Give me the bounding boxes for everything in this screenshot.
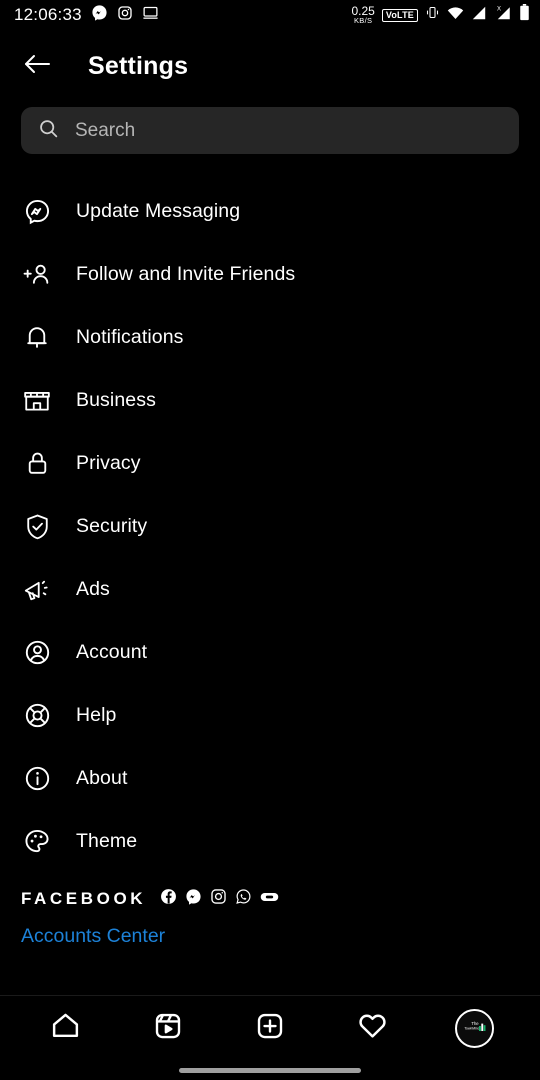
life-ring-icon (22, 701, 52, 731)
volte-badge: VoLTE (381, 8, 418, 22)
back-button[interactable] (22, 52, 52, 81)
megaphone-icon (22, 575, 52, 605)
plus-square-icon (255, 1011, 285, 1046)
menu-item-label: Privacy (76, 452, 141, 474)
desktop-monitor-icon (142, 4, 159, 26)
accounts-center-link[interactable]: Accounts Center (21, 925, 540, 948)
battery-icon (519, 4, 530, 26)
home-icon (50, 1010, 81, 1046)
nav-create-button[interactable] (245, 1003, 295, 1053)
reels-icon (153, 1011, 183, 1046)
storefront-icon (22, 386, 52, 416)
facebook-section: FACEBOOK Accounts Center (0, 888, 540, 948)
instagram-icon (117, 5, 133, 26)
status-bar-right: 0.25 KB/S VoLTE X (351, 4, 530, 26)
info-circle-icon (22, 764, 52, 794)
messenger-icon (22, 197, 52, 227)
menu-item-ads[interactable]: Ads (0, 558, 540, 621)
vibrate-icon (425, 5, 440, 25)
instagram-icon (210, 888, 227, 910)
search-input[interactable]: Search (21, 107, 519, 154)
app-header: Settings (0, 30, 540, 102)
bell-icon (22, 323, 52, 353)
status-bar: 12:06:33 0.25 KB/S VoLTE X (0, 0, 540, 30)
facebook-icon (160, 888, 177, 910)
network-speed-unit: KB/S (354, 16, 373, 26)
search-placeholder: Search (75, 119, 136, 141)
menu-item-label: Update Messaging (76, 200, 241, 222)
network-speed-indicator: 0.25 KB/S (351, 5, 374, 25)
lock-icon (22, 449, 52, 479)
messenger-icon (91, 4, 108, 26)
palette-icon (22, 827, 52, 857)
facebook-label: FACEBOOK (21, 889, 147, 908)
menu-item-account[interactable]: Account (0, 621, 540, 684)
status-bar-left: 12:06:33 (14, 4, 159, 26)
menu-item-label: Help (76, 704, 117, 726)
menu-item-label: Follow and Invite Friends (76, 263, 296, 285)
menu-item-privacy[interactable]: Privacy (0, 432, 540, 495)
menu-item-update-messaging[interactable]: Update Messaging (0, 180, 540, 243)
menu-item-label: About (76, 767, 128, 789)
menu-item-follow-and-invite-friends[interactable]: Follow and Invite Friends (0, 243, 540, 306)
home-indicator-container (0, 1060, 540, 1080)
bottom-navigation-bar: The TownMind (0, 995, 540, 1080)
menu-item-notifications[interactable]: Notifications (0, 306, 540, 369)
menu-item-label: Notifications (76, 326, 184, 348)
nav-home-button[interactable] (40, 1003, 90, 1053)
menu-item-theme[interactable]: Theme (0, 810, 540, 873)
facebook-brand-row: FACEBOOK (21, 888, 540, 910)
person-circle-icon (22, 638, 52, 668)
facebook-brand-icons (160, 888, 279, 910)
signal-icon (471, 6, 487, 25)
shield-check-icon (22, 512, 52, 542)
status-bar-clock: 12:06:33 (14, 5, 82, 24)
add-person-icon (22, 260, 52, 290)
wifi-icon (447, 6, 464, 25)
avatar: The TownMind (455, 1008, 495, 1048)
whatsapp-icon (235, 888, 252, 910)
menu-item-security[interactable]: Security (0, 495, 540, 558)
messenger-icon (185, 888, 202, 910)
menu-item-about[interactable]: About (0, 747, 540, 810)
menu-item-help[interactable]: Help (0, 684, 540, 747)
svg-text:X: X (497, 6, 501, 12)
search-bar-container: Search (0, 107, 540, 154)
page-title: Settings (88, 51, 189, 80)
svg-text:The: The (471, 1021, 479, 1026)
svg-text:TownMind: TownMind (464, 1027, 479, 1031)
menu-item-label: Account (76, 641, 148, 663)
menu-item-label: Business (76, 389, 156, 411)
portal-icon (260, 890, 279, 909)
menu-item-business[interactable]: Business (0, 369, 540, 432)
nav-profile-button[interactable]: The TownMind (450, 1003, 500, 1053)
signal-x-icon: X (494, 5, 512, 25)
menu-item-label: Theme (76, 830, 138, 852)
bottom-nav-items: The TownMind (0, 996, 540, 1060)
menu-item-label: Ads (76, 578, 110, 600)
search-icon (38, 118, 59, 144)
nav-reels-button[interactable] (143, 1003, 193, 1053)
heart-icon (357, 1010, 388, 1046)
menu-item-label: Security (76, 515, 148, 537)
nav-activity-button[interactable] (347, 1003, 397, 1053)
settings-menu: Update Messaging Follow and Invite Frien… (0, 180, 540, 873)
home-indicator[interactable] (179, 1067, 361, 1073)
